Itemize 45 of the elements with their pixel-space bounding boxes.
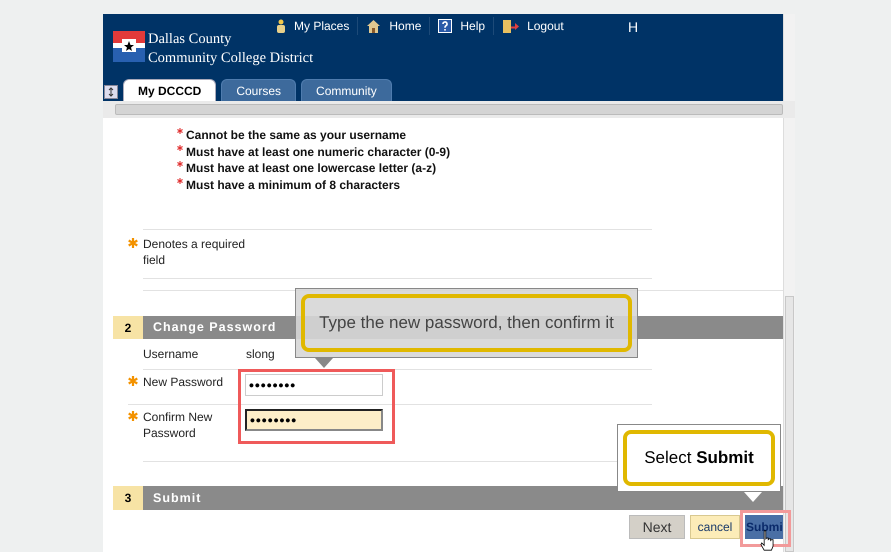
vertical-scrollbar[interactable] xyxy=(783,118,795,552)
logo-text: Dallas County xyxy=(148,30,232,49)
bullet-star-icon xyxy=(177,178,183,184)
tab[interactable]: My DCCCD xyxy=(123,79,216,101)
nav-link[interactable]: Home xyxy=(389,17,422,35)
step-number: 3 xyxy=(113,486,143,510)
nav-link[interactable]: Help xyxy=(460,17,486,35)
bullet-star-icon xyxy=(177,144,183,150)
requirement-text: Must have a minimum of 8 characters xyxy=(186,176,400,194)
username-value: slong xyxy=(246,346,275,363)
password-field[interactable]: •••••••• xyxy=(245,374,383,396)
requirement-text: Must have at least one numeric character (0-9) xyxy=(186,144,450,160)
field-label: New Password xyxy=(143,374,224,390)
required-star-icon xyxy=(128,376,138,386)
logo-icon xyxy=(113,31,145,62)
field-label: Confirm New Password xyxy=(143,409,214,441)
section-title: Submit xyxy=(153,490,202,507)
field-label: Username xyxy=(143,346,200,363)
tab[interactable]: Community xyxy=(301,79,392,101)
callout-text: Type the new password, then confirm it xyxy=(319,312,614,334)
bullet-star-icon xyxy=(177,161,183,167)
cancel-button[interactable]: cancel xyxy=(690,515,740,539)
section-title: Change Password xyxy=(153,319,276,336)
bullet-star-icon xyxy=(177,128,183,134)
home-icon xyxy=(366,19,382,33)
nav-link[interactable]: Logout xyxy=(527,17,564,35)
callout-text: Select Submit xyxy=(644,447,754,470)
door-arrow-icon xyxy=(502,18,520,34)
user-initial: H xyxy=(628,18,638,37)
step-number: 2 xyxy=(113,316,143,339)
nav-link[interactable]: My Places xyxy=(294,17,350,35)
required-star-icon xyxy=(128,411,138,421)
collapse-icon[interactable] xyxy=(104,85,118,99)
required-star-icon xyxy=(128,238,138,248)
vertical-scrollbar[interactable] xyxy=(783,14,795,101)
next-button[interactable]: Next xyxy=(629,515,685,539)
password-field[interactable]: •••••••• xyxy=(245,409,383,431)
person-icon xyxy=(276,19,286,33)
help-icon xyxy=(438,19,452,33)
horizontal-scrollbar[interactable] xyxy=(103,101,795,118)
logo-text: Community College District xyxy=(148,49,314,68)
required-note: Denotes a required field xyxy=(143,236,246,268)
requirement-text: Must have at least one lowercase letter (a-z) xyxy=(186,160,436,177)
requirement-text: Cannot be the same as your username xyxy=(186,127,406,144)
tab[interactable]: Courses xyxy=(221,79,296,101)
